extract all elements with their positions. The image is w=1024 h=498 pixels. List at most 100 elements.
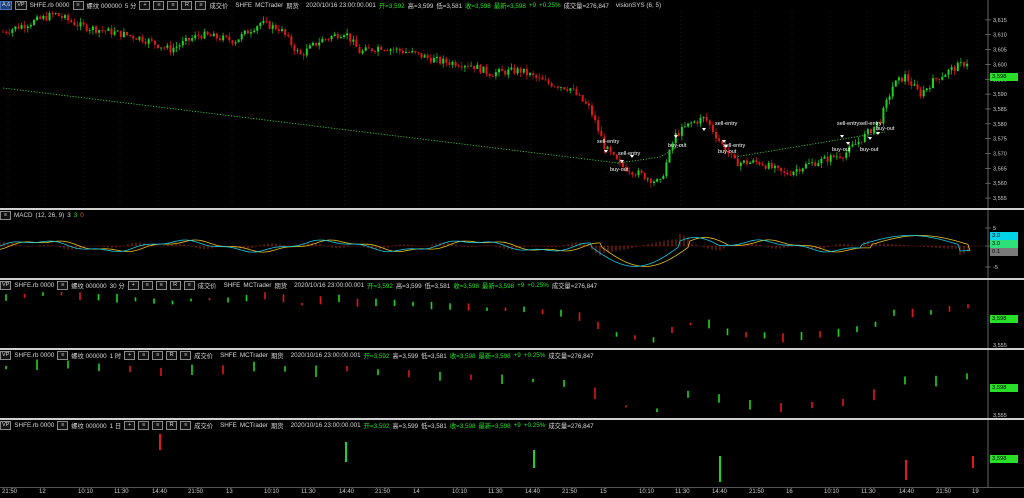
add-icon[interactable]: + bbox=[124, 421, 136, 430]
toolbar-button-a[interactable]: A,6 bbox=[0, 1, 13, 10]
signal-label: buy-out bbox=[610, 167, 629, 173]
interval-label[interactable]: 1 时 bbox=[110, 351, 122, 360]
candle-body bbox=[925, 88, 928, 91]
time-axis-label: 21:50 bbox=[749, 489, 765, 495]
candle-body bbox=[873, 126, 876, 134]
layout-icon[interactable]: ≡ bbox=[180, 421, 192, 430]
reload-icon[interactable]: R bbox=[169, 281, 181, 290]
time-axis-label: 19 bbox=[972, 489, 979, 495]
format-icon[interactable]: ≡ bbox=[152, 351, 164, 360]
candle-body bbox=[442, 58, 445, 64]
candle-body bbox=[569, 88, 572, 91]
layout-icon[interactable]: ≡ bbox=[180, 351, 192, 360]
price-tick-label: 3,565 bbox=[993, 166, 1007, 172]
candle-body bbox=[319, 296, 322, 305]
candle-body bbox=[364, 47, 367, 51]
candle-body bbox=[321, 38, 324, 43]
candle-body bbox=[941, 76, 944, 80]
settings-icon[interactable]: ≡ bbox=[138, 421, 150, 430]
signal-arrow-icon bbox=[702, 128, 706, 131]
candle-body bbox=[36, 16, 39, 21]
candle-body bbox=[284, 366, 286, 372]
symbol-label[interactable]: SHFE.rb 0000 bbox=[30, 2, 70, 9]
candle-body bbox=[584, 101, 587, 104]
candle-body bbox=[439, 56, 442, 64]
candle-body bbox=[312, 42, 314, 46]
interval-label[interactable]: 1 日 bbox=[110, 421, 122, 430]
signal-arrow-icon bbox=[674, 135, 678, 138]
candle-body bbox=[529, 73, 531, 76]
candle-body bbox=[885, 99, 888, 108]
main-price-chart[interactable]: 3,6153,6103,6053,6003,5953,5903,5853,580… bbox=[0, 0, 1024, 208]
candle-body bbox=[494, 72, 497, 77]
settings-icon[interactable]: ≡ bbox=[138, 351, 150, 360]
candle-body bbox=[752, 160, 755, 163]
candle-body bbox=[190, 298, 192, 302]
candle-body bbox=[414, 51, 417, 53]
candle-body bbox=[293, 45, 296, 51]
symbol-label[interactable]: SHFE.rb 0000 bbox=[14, 282, 54, 289]
format-icon[interactable]: ≡ bbox=[152, 421, 164, 430]
reload-icon[interactable]: R bbox=[181, 1, 193, 10]
candle-body bbox=[432, 58, 435, 63]
candle-body bbox=[749, 162, 752, 165]
candle-body bbox=[653, 181, 655, 183]
chart-30m-pane[interactable]: VP SHFE.rb 0000 ≡ 螺纹 000000 30 分 + ≡ ≡ R… bbox=[0, 280, 1024, 348]
symbol-label[interactable]: SHFE.rb 0000 bbox=[14, 422, 54, 429]
main-chart-pane[interactable]: A,6 VP SHFE.rb 0000 ≡ 螺纹 000000 5 分 + ≡ … bbox=[0, 0, 1024, 208]
candle-body bbox=[665, 162, 668, 177]
layout-icon[interactable]: ≡ bbox=[183, 281, 195, 290]
contract-menu-icon[interactable]: ≡ bbox=[72, 1, 84, 10]
volume-profile-button[interactable]: VP bbox=[0, 281, 12, 290]
candle-body bbox=[5, 365, 7, 370]
add-icon[interactable]: + bbox=[139, 1, 151, 10]
volume-profile-button[interactable]: VP bbox=[15, 1, 27, 10]
candle-body bbox=[166, 45, 169, 48]
candle-body bbox=[181, 41, 184, 46]
symbol-label[interactable]: SHFE.rb 0000 bbox=[14, 352, 54, 359]
candle-body bbox=[498, 68, 500, 73]
interval-label[interactable]: 5 分 bbox=[125, 1, 137, 10]
format-icon[interactable]: ≡ bbox=[167, 1, 179, 10]
high-value: 高=3,599 bbox=[395, 283, 422, 290]
signal-label: sell-entry bbox=[597, 139, 620, 145]
format-icon[interactable]: ≡ bbox=[155, 281, 167, 290]
reload-icon[interactable]: R bbox=[166, 421, 178, 430]
time-axis-label: 10:10 bbox=[639, 489, 655, 495]
candle-body bbox=[147, 39, 150, 44]
candle-body bbox=[48, 12, 51, 21]
chart-1d-pane[interactable]: VP SHFE.rb 0000 ≡ 螺纹 000000 1 日 + ≡ ≡ R … bbox=[0, 420, 1024, 487]
contract-menu-icon[interactable]: ≡ bbox=[57, 421, 69, 430]
layout-icon[interactable]: ≡ bbox=[195, 1, 207, 10]
contract-menu-icon[interactable]: ≡ bbox=[57, 351, 69, 360]
settings-icon[interactable]: ≡ bbox=[153, 1, 165, 10]
macd-signal-line bbox=[0, 235, 971, 267]
time-axis-label: 14:40 bbox=[152, 489, 168, 495]
volume-value: 成交量=276,847 bbox=[551, 283, 598, 290]
add-icon[interactable]: + bbox=[127, 281, 139, 290]
candle-body bbox=[919, 89, 922, 97]
settings-icon[interactable]: ≡ bbox=[141, 281, 153, 290]
macd-pane[interactable]: ≡ MACD (12, 26, 9) 3 3 0 50-5 3.0 3.0 0.… bbox=[0, 210, 1024, 278]
candle-body bbox=[374, 50, 376, 52]
candle-body bbox=[451, 61, 454, 65]
candle-body bbox=[79, 292, 81, 301]
candle-body bbox=[42, 292, 44, 296]
candle-body bbox=[819, 331, 821, 338]
interval-label[interactable]: 30 分 bbox=[110, 281, 125, 290]
candle-body bbox=[476, 64, 479, 70]
reload-icon[interactable]: R bbox=[166, 351, 178, 360]
volume-profile-button[interactable]: VP bbox=[0, 351, 12, 360]
candle-body bbox=[874, 321, 877, 327]
chart-1h-pane[interactable]: VP SHFE.rb 0000 ≡ 螺纹 000000 1 时 + ≡ ≡ R … bbox=[0, 350, 1024, 418]
candle-body bbox=[566, 89, 569, 91]
candle-body bbox=[525, 68, 528, 76]
volume-profile-button[interactable]: VP bbox=[0, 421, 12, 430]
contract-menu-icon[interactable]: ≡ bbox=[57, 281, 69, 290]
time-axis[interactable]: 21:50 12 10:10 11:30 14:40 21:50 13 10:10 11:30 1… bbox=[0, 487, 1024, 498]
candle-body bbox=[194, 35, 197, 39]
candle-body bbox=[606, 146, 609, 150]
candle-body bbox=[429, 57, 432, 63]
add-icon[interactable]: + bbox=[124, 351, 136, 360]
candle-body bbox=[271, 24, 274, 29]
